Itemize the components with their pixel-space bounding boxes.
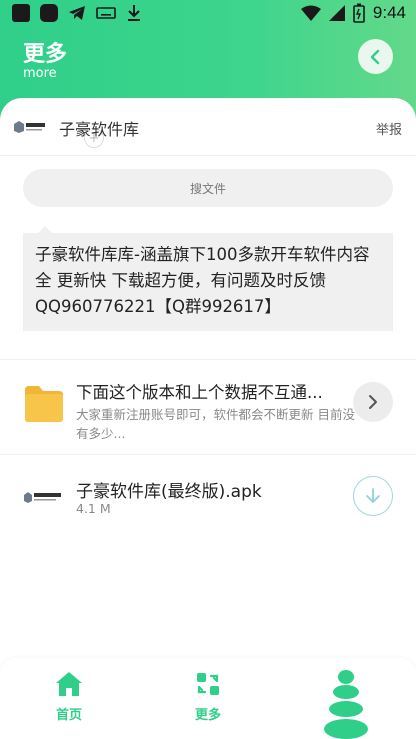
back-button[interactable] — [358, 39, 393, 74]
notification-app-icon — [12, 4, 30, 22]
clock: 9:44 — [372, 3, 406, 22]
tab-home-label: 首页 — [55, 708, 82, 723]
signal-icon — [328, 5, 345, 21]
page-subtitle: more — [23, 66, 57, 81]
keyboard-icon — [96, 7, 116, 19]
description: 子豪软件库库-涵盖旗下100多款开车软件内容全 更新快 下载超方便，有问题及时反… — [23, 233, 393, 331]
tab-more[interactable]: 更多 — [168, 670, 248, 723]
switch-icon — [197, 673, 219, 695]
download-icon — [128, 5, 140, 21]
battery-icon — [353, 3, 365, 23]
apk-name: 子豪软件库(最终版).apk — [76, 482, 262, 502]
arrow-down-icon — [366, 488, 380, 503]
status-bar: 9:44 — [0, 0, 416, 28]
owner-logo — [14, 121, 45, 133]
divider — [0, 359, 416, 360]
apk-logo — [24, 492, 61, 503]
folder-item[interactable]: 下面这个版本和上个数据不互通... 大家重新注册账号即可，软件都会不断更新 目前… — [0, 370, 416, 450]
content-card: + 子豪软件库 举报 搜文件 子豪软件库库-涵盖旗下100多款开车软件内容全 更… — [0, 98, 416, 678]
folder-title: 下面这个版本和上个数据不互通... — [76, 383, 323, 402]
chevron-right-icon — [369, 395, 377, 409]
folder-description: 大家重新注册账号即可，软件都会不断更新 目前没有多少... — [76, 407, 355, 441]
home-icon — [56, 672, 82, 696]
download-button[interactable] — [353, 476, 393, 516]
tab-home[interactable]: 首页 — [29, 670, 109, 723]
bottom-tab-bar: 首页 更多 — [0, 658, 416, 739]
open-folder-button[interactable] — [353, 382, 393, 422]
divider — [0, 454, 416, 455]
stacked-stones-icon — [324, 670, 368, 739]
chevron-left-icon — [370, 49, 379, 64]
owner-row: + 子豪软件库 举报 — [0, 98, 416, 156]
owner-name[interactable]: 子豪软件库 — [59, 116, 139, 140]
tab-more-label: 更多 — [194, 708, 221, 723]
notification-app-icon — [40, 4, 58, 22]
folder-icon — [25, 386, 63, 422]
apk-size: 4.1 M — [76, 501, 111, 516]
telegram-icon — [69, 6, 85, 20]
search-files-button[interactable]: 搜文件 — [23, 169, 393, 207]
wifi-icon — [300, 5, 321, 21]
report-link[interactable]: 举报 — [376, 119, 402, 138]
page-title: 更多 — [23, 42, 68, 67]
apk-item[interactable]: 子豪软件库(最终版).apk 4.1 M — [0, 468, 416, 528]
